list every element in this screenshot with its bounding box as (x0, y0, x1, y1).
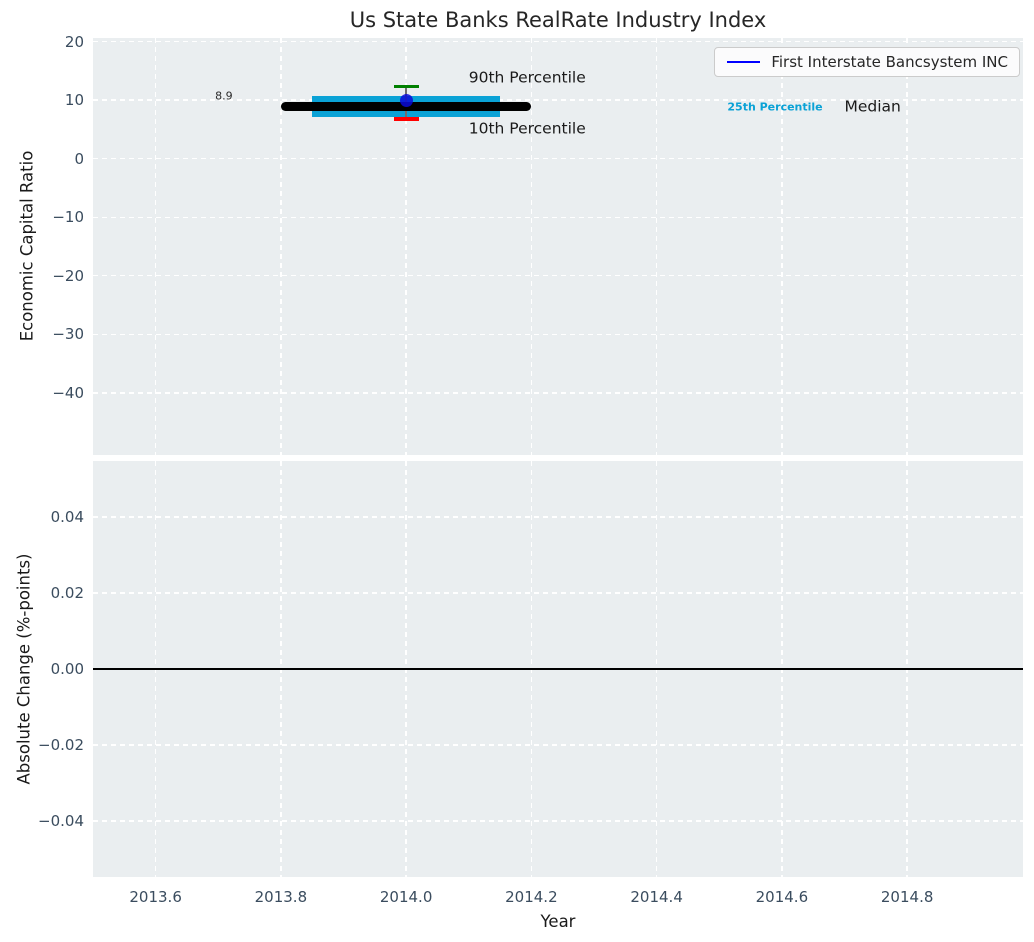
x-tick-label: 2014.8 (881, 888, 934, 906)
x-tick-label: 2014.4 (630, 888, 683, 906)
y-tick-label: 0.02 (51, 584, 84, 602)
bottom-panel-absolute-change (93, 461, 1023, 877)
x-tick-label: 2014.2 (505, 888, 558, 906)
gridline-vertical (906, 38, 907, 455)
series-p90-cap (394, 85, 419, 89)
gridline-horizontal (93, 334, 1023, 335)
y-tick-label: 0.04 (51, 508, 84, 526)
series-p10-cap (394, 117, 419, 121)
y-tick-label: −0.02 (38, 736, 84, 754)
series-company-point (400, 94, 413, 107)
annotation-90th-percentile: 90th Percentile (469, 70, 586, 86)
x-tick-label: 2013.6 (129, 888, 182, 906)
legend: First Interstate Bancsystem INC (714, 47, 1020, 77)
top-panel-economic-capital-ratio: First Interstate Bancsystem INC 8.9 90th … (93, 38, 1023, 455)
gridline-vertical (155, 38, 156, 455)
gridline-vertical (531, 38, 532, 455)
y-axis-label-top: Economic Capital Ratio (18, 151, 37, 342)
gridline-horizontal (93, 516, 1023, 517)
gridline-horizontal (93, 820, 1023, 821)
figure: Us State Banks RealRate Industry Index F… (0, 0, 1034, 942)
gridline-horizontal (93, 744, 1023, 745)
gridline-horizontal (93, 275, 1023, 276)
y-tick-label: 0 (74, 150, 84, 168)
legend-label: First Interstate Bancsystem INC (771, 53, 1008, 71)
y-tick-label: −40 (52, 384, 84, 402)
y-axis-label-bottom: Absolute Change (%-points) (15, 554, 34, 785)
annotation-median: Median (845, 99, 901, 115)
annotation-10th-percentile: 10th Percentile (469, 121, 586, 137)
legend-line-swatch (727, 61, 760, 64)
y-tick-label: −0.04 (38, 812, 84, 830)
gridline-horizontal (93, 592, 1023, 593)
gridline-horizontal (93, 217, 1023, 218)
y-tick-label: −30 (52, 325, 84, 343)
annotation-25th-percentile: 25th Percentile (727, 101, 822, 112)
annotation-8-9: 8.9 (215, 90, 233, 101)
y-tick-label: 20 (65, 33, 84, 51)
gridline-horizontal (93, 41, 1023, 42)
y-tick-label: 0.00 (51, 660, 84, 678)
gridline-vertical (280, 38, 281, 455)
y-tick-label: −10 (52, 208, 84, 226)
y-tick-label: −20 (52, 267, 84, 285)
chart-title: Us State Banks RealRate Industry Index (350, 8, 767, 32)
y-tick-label: 10 (65, 91, 84, 109)
gridline-vertical (656, 38, 657, 455)
x-tick-label: 2014.6 (756, 888, 809, 906)
x-tick-label: 2014.0 (380, 888, 433, 906)
gridline-horizontal (93, 158, 1023, 159)
x-axis-label: Year (541, 912, 576, 931)
series-zero-line (93, 668, 1023, 670)
x-tick-label: 2013.8 (255, 888, 308, 906)
gridline-horizontal (93, 392, 1023, 393)
